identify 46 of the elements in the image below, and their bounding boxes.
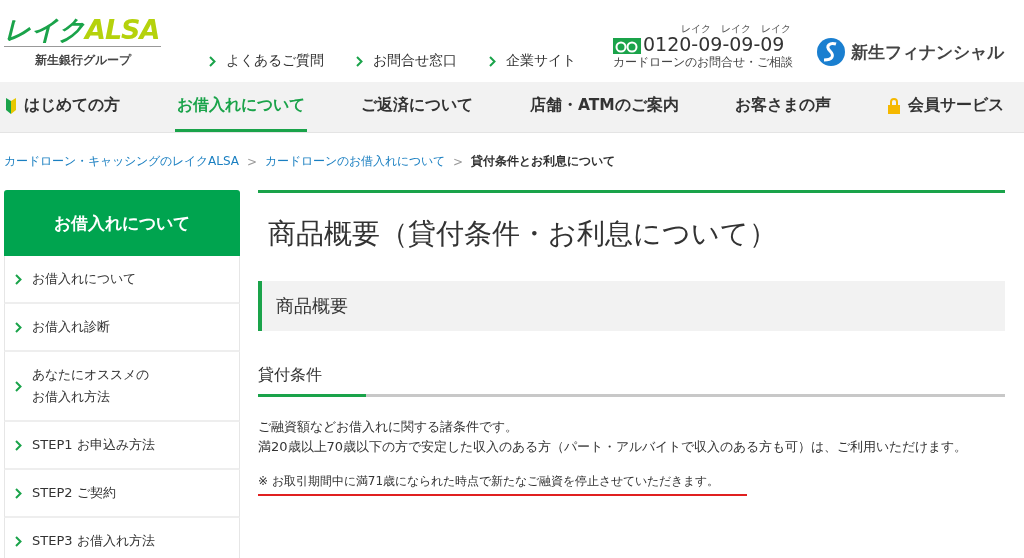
logo-tagline: 新生銀行グループ xyxy=(34,52,131,69)
header-link[interactable]: お問合せ窓口 xyxy=(356,52,457,70)
header-link[interactable]: よくあるご質問 xyxy=(209,52,324,70)
breadcrumb-separator: > xyxy=(453,154,464,169)
phone-caption: カードローンのお問合せ・ご相談 xyxy=(613,54,793,71)
body-paragraph: ご融資額などお借入れに関する諸条件です。 満20歳以上70歳以下の方で安定した収入のある方（パート・アルバイトで収入のある方も可）は、ご利用いただけます。 xyxy=(258,418,969,456)
chevron-icon xyxy=(15,487,22,499)
breadcrumb-link[interactable]: カードローンのお借入れについて xyxy=(265,153,445,170)
sidebar-item[interactable]: STEP3 お借入れ方法 xyxy=(4,518,240,558)
lock-icon xyxy=(888,97,900,114)
group-logo-text[interactable]: 新生フィナンシャル xyxy=(851,40,1004,64)
phone-reading: レイク xyxy=(681,24,711,34)
sidebar-item[interactable]: お借入れ診断 xyxy=(4,304,240,352)
page-title: 商品概要（貸付条件・お利息について） xyxy=(268,216,778,252)
breadcrumb-link[interactable]: 貸付条件とお利息について xyxy=(471,153,616,170)
phone-reading: レイク xyxy=(761,24,791,34)
chevron-icon xyxy=(489,55,496,67)
note-text: ※ お取引期間中に満71歳になられた時点で新たなご融資を停止させていただきます。 xyxy=(258,473,748,496)
nav-tab[interactable]: ご返済について xyxy=(359,82,476,132)
nav-tab[interactable]: 店舗・ATMのご案内 xyxy=(527,82,681,132)
sidebar-item[interactable]: お借入れについて xyxy=(4,256,240,304)
header-link[interactable]: 企業サイト xyxy=(489,52,576,70)
chevron-icon xyxy=(15,273,22,285)
sidebar-item-line[interactable]: あなたにオススメの xyxy=(32,364,149,386)
sidebar-title: お借入れについて xyxy=(4,190,240,256)
nav-tab[interactable]: はじめての方 xyxy=(4,82,122,132)
chevron-icon xyxy=(209,55,216,67)
nav-tab[interactable]: 会員サービス xyxy=(886,82,1006,132)
nav-tab[interactable]: お客さまの声 xyxy=(733,82,834,132)
chevron-icon xyxy=(15,380,22,392)
sidebar-item[interactable]: STEP2 ご契約 xyxy=(4,470,240,518)
chevron-icon xyxy=(15,439,22,451)
breadcrumb-separator: > xyxy=(246,154,257,169)
section-heading: 商品概要 xyxy=(258,281,1005,331)
phone-number[interactable]: 0120-09-09-09 xyxy=(643,34,785,54)
s-logo-icon xyxy=(817,38,845,66)
free-dial-icon xyxy=(613,38,641,54)
subsection-heading: 貸付条件 xyxy=(258,365,323,386)
sidebar-item[interactable]: STEP1 お申込み方法 xyxy=(4,422,240,470)
sidebar-item-line[interactable]: お借入れ方法 xyxy=(32,386,149,408)
chevron-icon xyxy=(356,55,363,67)
chevron-icon xyxy=(15,321,22,333)
leaf-icon xyxy=(6,97,16,114)
chevron-icon xyxy=(15,535,22,547)
breadcrumb-link[interactable]: カードローン・キャッシングのレイクALSA xyxy=(4,153,239,170)
phone-reading: レイク xyxy=(721,24,751,34)
